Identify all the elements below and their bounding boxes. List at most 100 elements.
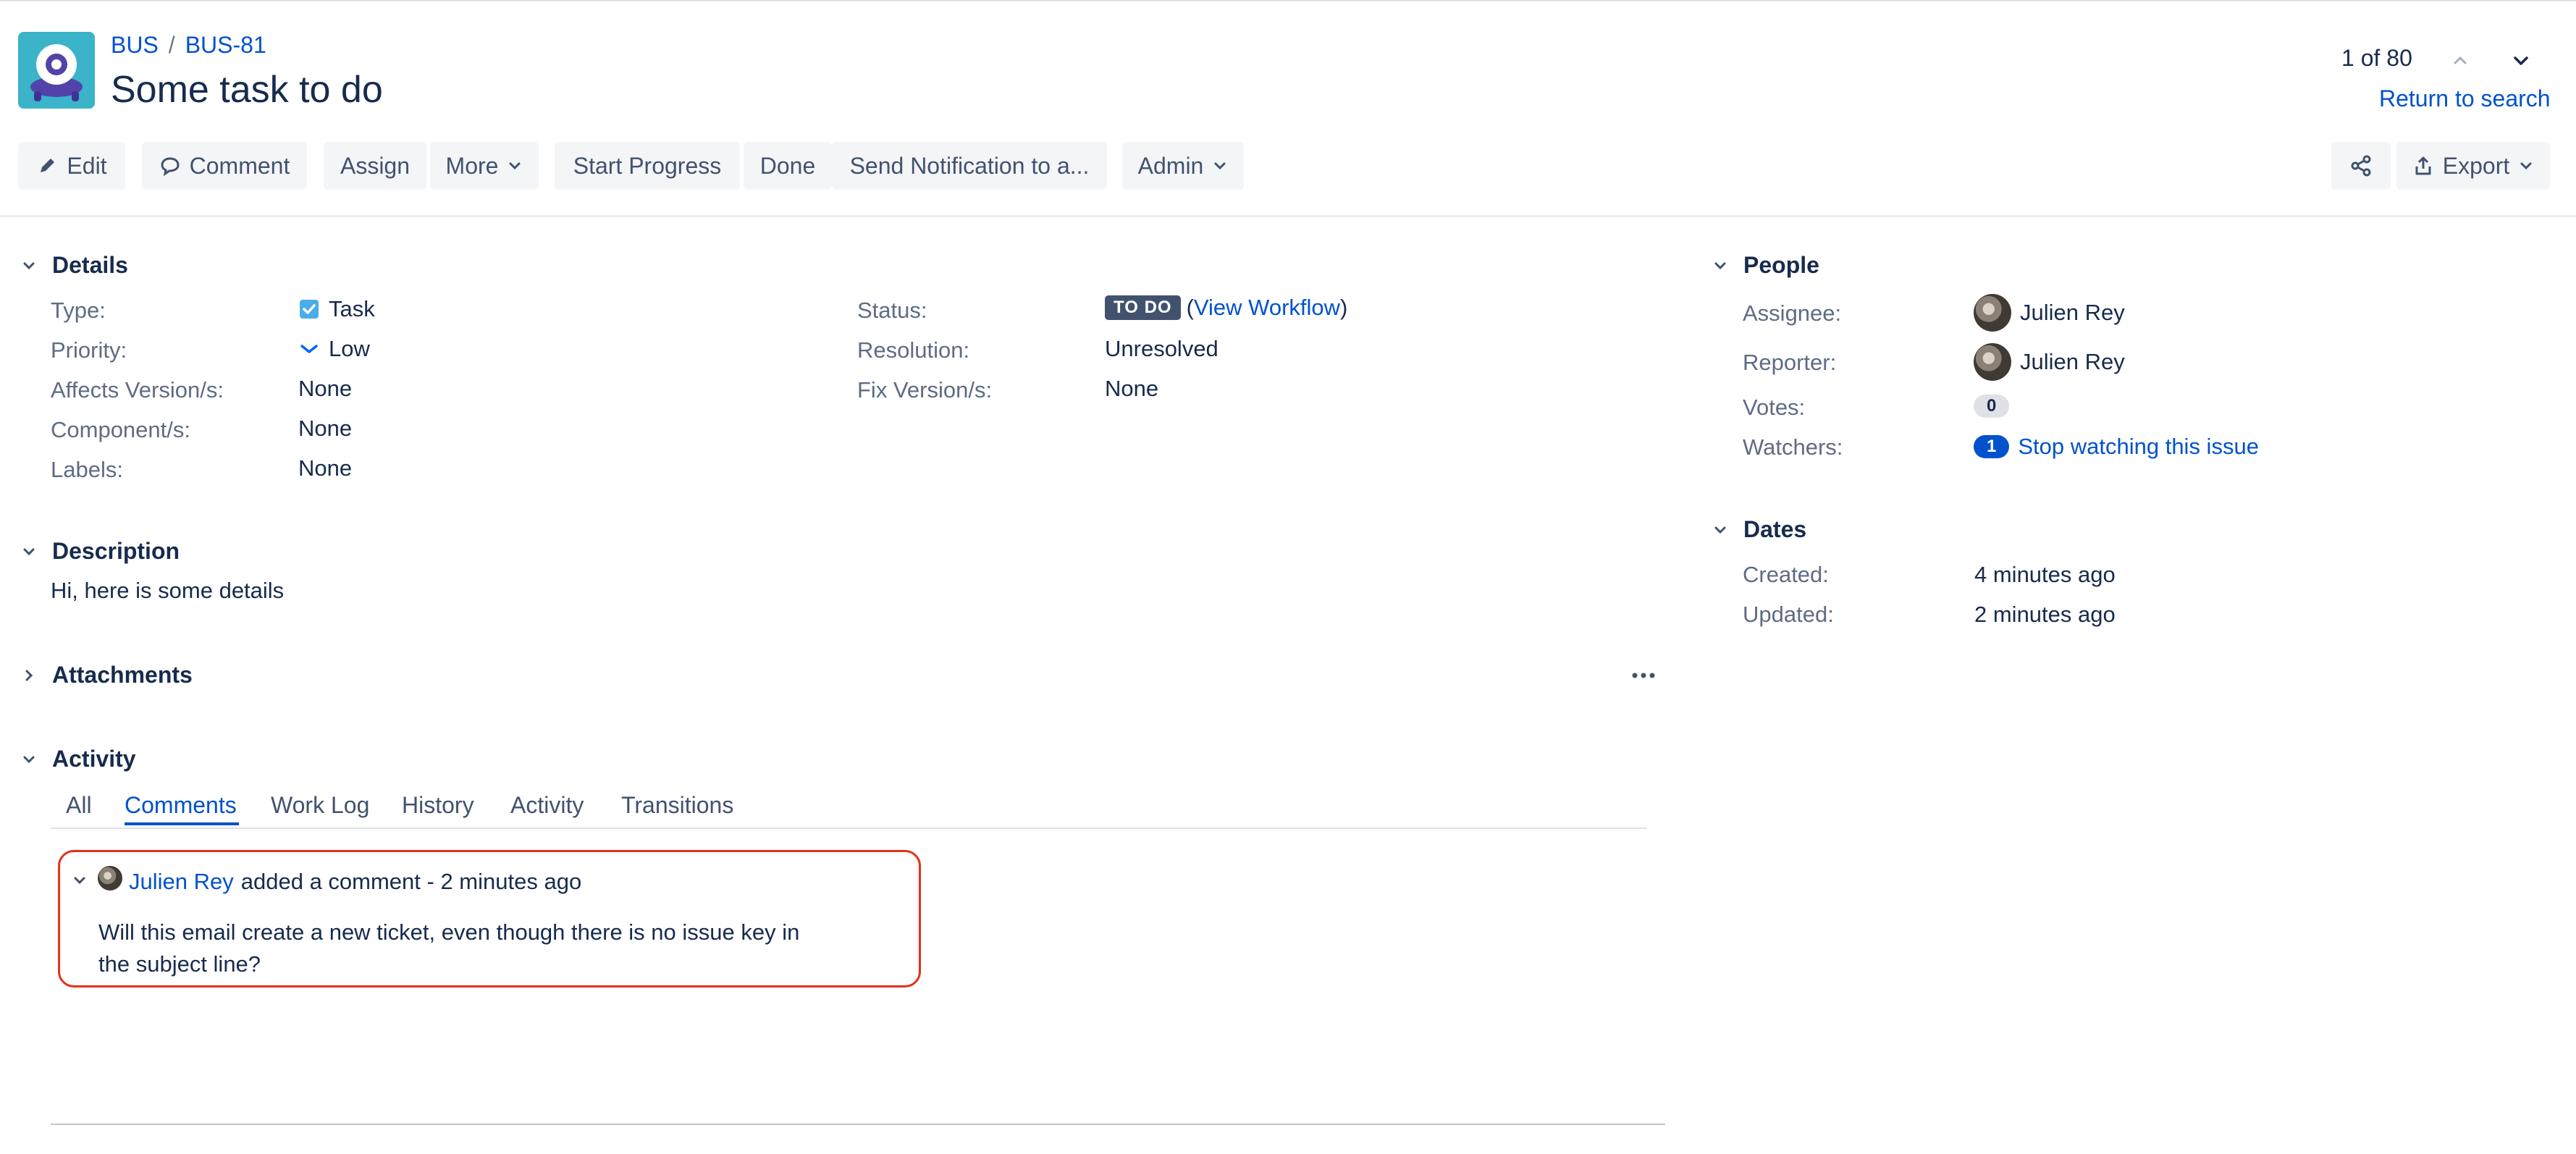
component-value: None: [298, 416, 353, 441]
activity-heading: Activity: [52, 746, 136, 772]
project-avatar[interactable]: [18, 32, 95, 109]
reporter-name: Julien Rey: [2020, 349, 2125, 374]
breadcrumb: BUS / BUS-81: [111, 32, 266, 59]
issue-title[interactable]: Some task to do: [111, 68, 383, 111]
view-workflow-link[interactable]: View Workflow: [1194, 295, 1340, 321]
breadcrumb-project-link[interactable]: BUS: [111, 32, 159, 58]
top-border: [0, 0, 2576, 1]
votes-value[interactable]: 0: [1974, 395, 2010, 418]
chevron-down-icon: [2520, 162, 2532, 170]
edit-button[interactable]: Edit: [18, 142, 125, 190]
admin-button[interactable]: Admin: [1122, 142, 1244, 190]
comment-collapse-icon[interactable]: [70, 870, 90, 894]
workflow-paren-close: ): [1340, 295, 1348, 320]
share-button[interactable]: [2331, 142, 2391, 190]
chevron-down-icon: [509, 162, 521, 170]
send-notification-button[interactable]: Send Notification to a...: [832, 142, 1107, 190]
assignee-label: Assignee:: [1743, 300, 1842, 326]
share-icon: [2351, 155, 2371, 177]
next-issue-icon[interactable]: [2506, 46, 2535, 75]
activity-section-toggle[interactable]: Activity: [19, 746, 136, 772]
start-progress-button[interactable]: Start Progress: [555, 142, 740, 190]
details-section-toggle[interactable]: Details: [19, 252, 128, 279]
type-value-text: Task: [329, 296, 375, 321]
tab-comments[interactable]: Comments: [125, 792, 237, 819]
admin-button-label: Admin: [1137, 152, 1204, 179]
assignee-value[interactable]: Julien Rey: [1974, 294, 2125, 332]
tab-work-log[interactable]: Work Log: [271, 792, 369, 819]
attachments-more-icon[interactable]: [1629, 665, 1658, 690]
watchers-label: Watchers:: [1743, 434, 1843, 460]
created-label: Created:: [1743, 562, 1829, 587]
done-button[interactable]: Done: [744, 142, 832, 190]
status-value: TO DO (View Workflow): [1105, 295, 1347, 321]
return-to-search-link[interactable]: Return to search: [2379, 85, 2551, 112]
task-checkbox-icon: [300, 300, 319, 319]
more-button[interactable]: More: [430, 142, 539, 190]
tab-transitions[interactable]: Transitions: [621, 792, 733, 819]
comment-body-line-2: the subject line?: [98, 951, 261, 977]
component-label: Component/s:: [51, 417, 190, 442]
assign-button-label: Assign: [340, 152, 411, 179]
updated-label: Updated:: [1743, 602, 1834, 627]
assignee-name: Julien Rey: [2020, 300, 2125, 325]
affects-version-label: Affects Version/s:: [51, 377, 224, 403]
updated-value: 2 minutes ago: [1974, 602, 2116, 627]
description-section-toggle[interactable]: Description: [19, 538, 180, 565]
votes-count-badge: 0: [1974, 395, 2010, 418]
assignee-avatar: [1974, 294, 2011, 332]
export-button[interactable]: Export: [2396, 142, 2550, 190]
type-value[interactable]: Task: [298, 296, 375, 322]
chevron-down-icon: [1714, 526, 1726, 534]
breadcrumb-separator: /: [168, 32, 175, 58]
tab-activity[interactable]: Activity: [510, 792, 584, 819]
people-section-toggle[interactable]: People: [1710, 252, 1819, 279]
votes-label: Votes:: [1743, 395, 1806, 420]
previous-issue-icon[interactable]: [2446, 46, 2475, 75]
fix-version-label: Fix Version/s:: [857, 377, 993, 403]
breadcrumb-issue-link[interactable]: BUS-81: [185, 32, 266, 58]
resolution-label: Resolution:: [857, 337, 970, 363]
labels-value: None: [298, 455, 353, 481]
priority-low-icon: [300, 345, 318, 353]
tab-history[interactable]: History: [402, 792, 474, 819]
comment-author-link[interactable]: Julien Rey: [129, 869, 234, 895]
chevron-down-icon: [23, 262, 35, 269]
description-heading: Description: [52, 538, 180, 564]
edit-button-label: Edit: [67, 152, 107, 179]
dates-heading: Dates: [1743, 516, 1807, 542]
status-badge[interactable]: TO DO: [1105, 295, 1181, 320]
comment-author-avatar[interactable]: [98, 866, 122, 890]
chevron-right-icon: [25, 670, 33, 681]
chevron-down-icon: [23, 756, 35, 763]
affects-version-value: None: [298, 376, 353, 401]
assign-button[interactable]: Assign: [324, 142, 426, 190]
done-button-label: Done: [759, 152, 816, 179]
start-progress-label: Start Progress: [573, 152, 722, 179]
fix-version-value: None: [1105, 376, 1159, 401]
tab-all[interactable]: All: [66, 792, 92, 819]
details-heading: Details: [52, 252, 128, 278]
stop-watching-link[interactable]: Stop watching this issue: [2018, 434, 2259, 460]
tabs-divider: [51, 827, 1647, 829]
dates-section-toggle[interactable]: Dates: [1710, 516, 1806, 543]
chevron-down-icon: [23, 548, 35, 555]
more-button-label: More: [445, 152, 499, 179]
reporter-value[interactable]: Julien Rey: [1974, 343, 2125, 381]
watchers-count-badge[interactable]: 1: [1974, 435, 2010, 458]
bottom-divider: [51, 1124, 1665, 1125]
send-notification-label: Send Notification to a...: [849, 152, 1090, 179]
type-label: Type:: [51, 298, 106, 323]
header-divider: [0, 215, 2576, 217]
priority-value[interactable]: Low: [298, 336, 370, 362]
description-text[interactable]: Hi, here is some details: [51, 578, 284, 604]
comment-button[interactable]: Comment: [142, 142, 307, 190]
created-value: 4 minutes ago: [1974, 562, 2116, 587]
comment-body-line-1: Will this email create a new ticket, eve…: [98, 919, 800, 945]
chevron-down-icon: [1714, 262, 1726, 269]
attachments-section-toggle[interactable]: Attachments: [19, 662, 193, 688]
export-icon: [2415, 156, 2431, 175]
comment-header: Julien Rey added a comment - 2 minutes a…: [129, 869, 581, 895]
comment-icon: [161, 157, 180, 177]
people-heading: People: [1743, 252, 1819, 278]
